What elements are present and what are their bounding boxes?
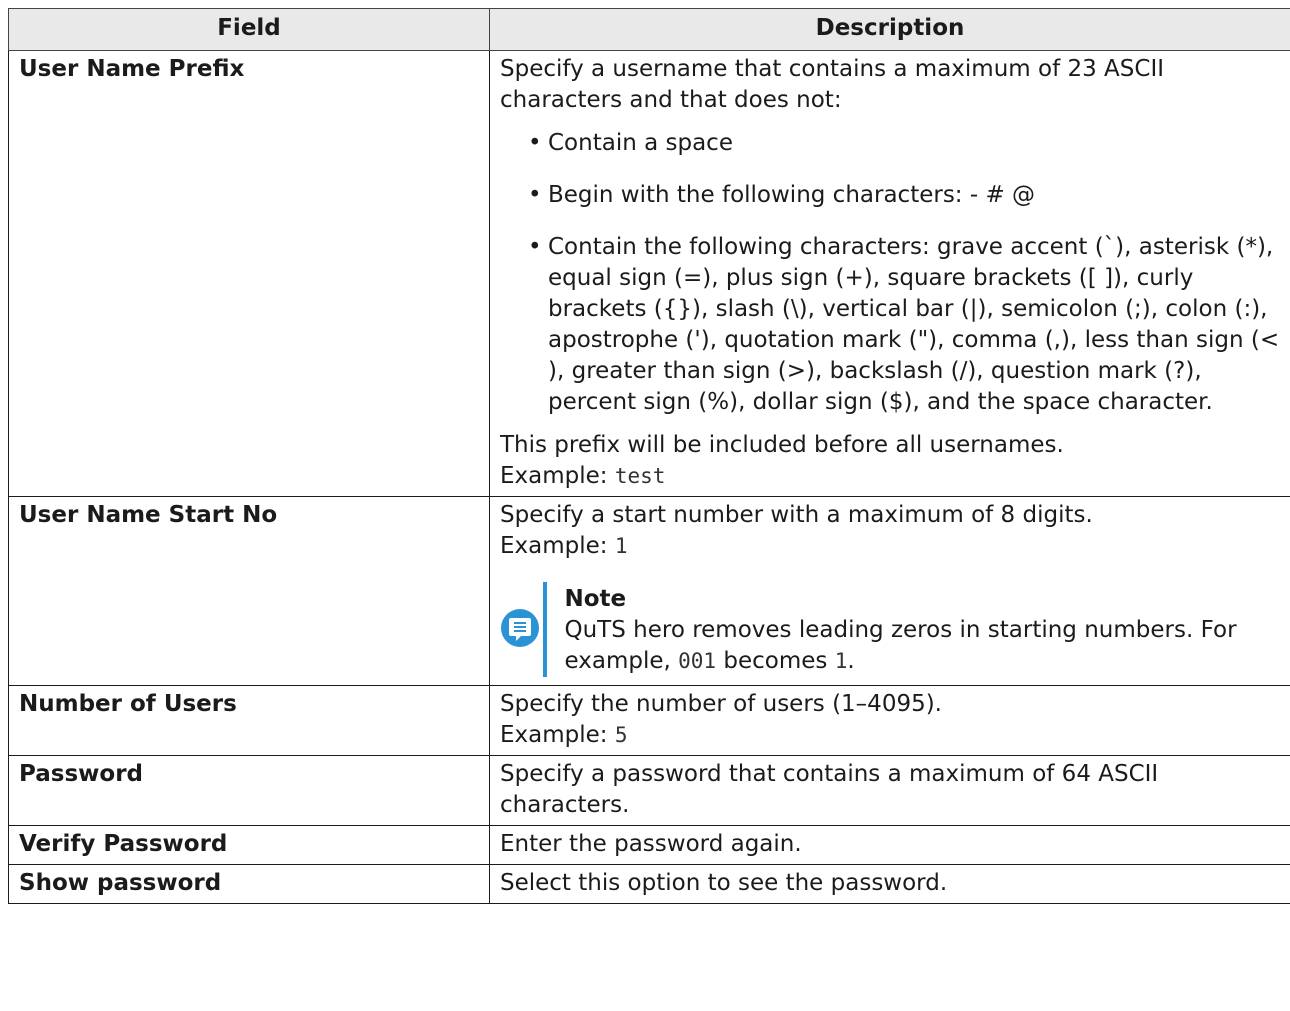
- list-item: • Contain the following characters: grave…: [528, 232, 1280, 418]
- list-item-text: Begin with the following characters: - #…: [548, 182, 1036, 208]
- note-text: QuTS hero removes leading zeros in start…: [565, 615, 1281, 677]
- field-description: Specify a username that contains a maxim…: [489, 50, 1290, 497]
- field-description: Specify the number of users (1–4095). Ex…: [489, 685, 1290, 756]
- note-icon-container: [500, 582, 543, 681]
- table-row: Number of Users Specify the number of us…: [8, 685, 1290, 756]
- note-text-mid: becomes: [723, 648, 828, 674]
- field-description: Enter the password again.: [489, 825, 1290, 865]
- note-code: 001: [678, 649, 717, 673]
- note-body: Note QuTS hero removes leading zeros in …: [565, 582, 1281, 681]
- note-text-before: QuTS hero removes leading zeros in start…: [564, 617, 1237, 674]
- field-name: User Name Prefix: [8, 50, 490, 497]
- field-name: Verify Password: [8, 825, 490, 865]
- example: Example: 5: [500, 720, 1280, 751]
- field-description: Select this option to see the password.: [489, 864, 1290, 904]
- list-item: • Contain a space: [528, 128, 1280, 159]
- bullet-icon: •: [528, 130, 542, 156]
- restriction-list: • Contain a space • Begin with the followi…: [500, 128, 1280, 418]
- example-label: Example:: [500, 463, 608, 489]
- header-field: Field: [8, 8, 490, 51]
- field-description: Specify a start number with a maximum of…: [489, 496, 1290, 686]
- table-row: Password Specify a password that contain…: [8, 755, 1290, 826]
- example-value: 1: [614, 534, 628, 558]
- note-callout: Note QuTS hero removes leading zeros in …: [500, 582, 1280, 681]
- description-text: Specify a start number with a maximum of…: [500, 502, 1093, 528]
- list-item-text: Contain the following characters: grave …: [548, 234, 1280, 415]
- field-name: User Name Start No: [8, 496, 490, 686]
- table-row: User Name Start No Specify a start numbe…: [8, 496, 1290, 686]
- example-value: 5: [614, 723, 628, 747]
- example-value: test: [614, 464, 666, 488]
- example: Example: test: [500, 461, 1280, 492]
- description-intro: Specify a username that contains a maxim…: [500, 56, 1165, 113]
- note-accent-bar: [542, 582, 547, 677]
- header-description: Description: [489, 8, 1290, 51]
- field-description-table: Field Description User Name Prefix Speci…: [8, 8, 1290, 904]
- table-header-row: Field Description: [8, 8, 1290, 51]
- note-code: 1: [834, 649, 848, 673]
- field-name: Password: [8, 755, 490, 826]
- table-row: Show password Select this option to see …: [8, 864, 1290, 904]
- table-row: Verify Password Enter the password again…: [8, 825, 1290, 865]
- example-label: Example:: [500, 533, 608, 559]
- list-item: • Begin with the following characters: - …: [528, 180, 1280, 211]
- note-icon: [501, 609, 539, 647]
- bullet-icon: •: [528, 182, 542, 208]
- example-label: Example:: [500, 722, 608, 748]
- field-name: Show password: [8, 864, 490, 904]
- list-item-text: Contain a space: [548, 130, 733, 156]
- field-description: Specify a password that contains a maxim…: [489, 755, 1290, 826]
- example: Example: 1: [500, 531, 1280, 562]
- description-outro: This prefix will be included before all …: [500, 432, 1064, 458]
- description-text: Specify the number of users (1–4095).: [500, 691, 942, 717]
- note-text-after: .: [847, 648, 855, 674]
- note-title: Note: [564, 586, 627, 612]
- table-row: User Name Prefix Specify a username that…: [8, 50, 1290, 497]
- bullet-icon: •: [528, 234, 542, 260]
- field-name: Number of Users: [8, 685, 490, 756]
